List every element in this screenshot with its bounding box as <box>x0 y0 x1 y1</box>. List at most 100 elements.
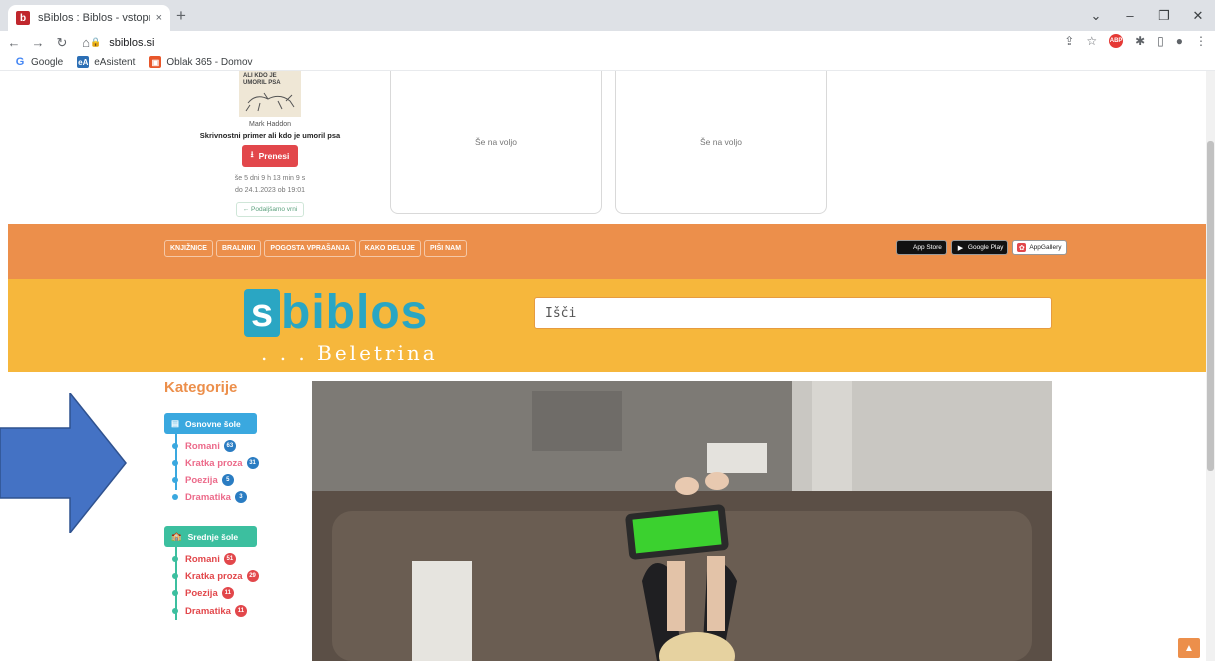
count-badge: 5 <box>221 474 234 486</box>
reload-icon[interactable]: ↻ <box>52 35 72 51</box>
easistent-icon: eA <box>77 56 90 68</box>
apple-icon <box>901 243 910 252</box>
available-slot: Še na voljo <box>390 71 602 214</box>
browser-toolbar: ← → ↻ ⌂ 🔒 sbiblos.si ⇪ ☆ ABP ✱ ▯ ● ⋮ <box>0 31 1215 54</box>
category-label: Poezija <box>185 474 218 486</box>
app-store-badges: App Store ▶ Google Play ✿ AppGallery <box>896 240 1067 255</box>
share-icon[interactable]: ⇪ <box>1064 34 1074 48</box>
category-item[interactable]: Dramatika 11 <box>172 605 247 617</box>
time-remaining: še 5 dni 9 h 13 min 9 s <box>234 175 306 182</box>
category-item[interactable]: Poezija 11 <box>172 587 234 599</box>
return-button[interactable]: ← Podaljšamo vrni <box>235 202 305 217</box>
category-label: Kratka proza <box>185 570 243 582</box>
store-label: Google Play <box>967 244 1004 251</box>
profile-icon[interactable]: ● <box>1176 34 1183 48</box>
category-group-srednje-sole[interactable]: 🏫 Srednje šole <box>164 526 257 547</box>
book-author: Mark Haddon <box>248 121 292 128</box>
browser-tab-strip: b sBiblos : Biblos - vstopna stran × + ⌄… <box>0 0 1215 31</box>
page-scrollbar[interactable] <box>1206 71 1215 661</box>
child-with-tablet-photo <box>312 381 1052 661</box>
sbiblos-logo[interactable]: s biblos <box>244 279 464 339</box>
category-item[interactable]: Poezija 5 <box>172 474 234 486</box>
menu-bralniki[interactable]: BRALNIKI <box>215 240 262 257</box>
download-label: Prenesi <box>258 151 290 161</box>
logo-tagline: . . . Beletrina <box>261 341 438 365</box>
category-item[interactable]: Dramatika 3 <box>172 491 247 503</box>
category-label: Dramatika <box>185 491 231 503</box>
extensions-icon[interactable]: ✱ <box>1135 34 1145 48</box>
download-icon: ⭳ <box>250 149 254 159</box>
bookmark-label: Google <box>31 56 64 68</box>
logo-s-mark: s <box>244 289 280 337</box>
forward-icon[interactable]: → <box>28 35 48 50</box>
footer-menu: KNJIŽNICE BRALNIKI POGOSTA VPRAŠANJA KAK… <box>164 240 468 257</box>
new-tab-button[interactable]: + <box>176 6 186 26</box>
count-badge: 29 <box>246 570 259 582</box>
book-cover[interactable]: ALI KDO JE UMORIL PSA <box>239 71 301 117</box>
search-input[interactable]: Išči <box>534 297 1052 329</box>
store-label: AppGallery <box>1029 244 1062 251</box>
address-bar[interactable]: 🔒 sbiblos.si <box>90 33 154 52</box>
category-item[interactable]: Romani 51 <box>172 553 236 565</box>
google-play-icon: ▶ <box>957 244 964 252</box>
close-tab-icon[interactable]: × <box>156 12 162 24</box>
available-slot: Še na voljo <box>615 71 827 214</box>
download-button[interactable]: ⭳ Prenesi <box>241 145 299 167</box>
count-badge: 3 <box>234 491 247 503</box>
group-label: Srednje šole <box>187 531 239 542</box>
page-viewport: ALI KDO JE UMORIL PSA Mark Haddon Skrivn… <box>0 71 1215 661</box>
scrollbar-thumb[interactable] <box>1207 141 1214 471</box>
category-label: Romani <box>185 553 220 565</box>
scroll-to-top-button[interactable]: ▲ <box>1178 638 1200 658</box>
bookmark-label: eAsistent <box>94 56 136 68</box>
sbiblos-favicon: b <box>16 11 30 25</box>
side-panel-icon[interactable]: ▯ <box>1157 34 1164 48</box>
browser-tab[interactable]: b sBiblos : Biblos - vstopna stran × <box>8 5 170 31</box>
appgallery-badge[interactable]: ✿ AppGallery <box>1012 240 1067 255</box>
category-label: Dramatika <box>185 605 231 617</box>
tab-search-icon[interactable]: ⌄ <box>1079 8 1113 24</box>
count-badge: 63 <box>223 440 236 452</box>
category-label: Kratka proza <box>185 457 243 469</box>
google-play-badge[interactable]: ▶ Google Play <box>950 240 1009 255</box>
bookmark-easistent[interactable]: eA eAsistent <box>77 56 135 68</box>
lock-icon: 🔒 <box>90 37 102 47</box>
site-header: s biblos . . . Beletrina Išči <box>8 279 1206 372</box>
app-store-badge[interactable]: App Store <box>896 240 947 255</box>
huawei-icon: ✿ <box>1017 243 1027 252</box>
window-controls: ⌄ – ❐ ✕ <box>1079 0 1215 31</box>
categories-heading: Kategorije <box>164 379 238 396</box>
category-item[interactable]: Kratka proza 29 <box>172 570 259 582</box>
footer-nav-bar: KNJIŽNICE BRALNIKI POGOSTA VPRAŠANJA KAK… <box>8 224 1206 279</box>
toolbar-actions: ⇪ ☆ ABP ✱ ▯ ● ⋮ <box>1064 34 1207 48</box>
category-item[interactable]: Romani 63 <box>172 440 236 452</box>
bookmark-google[interactable]: G Google <box>14 56 64 68</box>
category-label: Poezija <box>185 587 218 599</box>
store-label: App Store <box>913 244 942 251</box>
restore-button[interactable]: ❐ <box>1147 8 1181 24</box>
back-icon[interactable]: ← <box>4 35 24 50</box>
office-icon: ▣ <box>149 56 162 68</box>
school-icon: 🏫 <box>171 531 182 541</box>
blue-arrow-annotation <box>0 393 127 533</box>
bookmark-oblak365[interactable]: ▣ Oblak 365 - Domov <box>149 56 253 68</box>
category-item[interactable]: Kratka proza 31 <box>172 457 259 469</box>
close-window-button[interactable]: ✕ <box>1181 8 1215 24</box>
loan-timer: še 5 dni 9 h 13 min 9 s do 24.1.2023 ob … <box>190 173 350 197</box>
count-badge: 51 <box>223 553 236 565</box>
url-text: sbiblos.si <box>109 36 155 49</box>
adblock-icon[interactable]: ABP <box>1109 34 1124 48</box>
bookmark-star-icon[interactable]: ☆ <box>1086 34 1097 48</box>
due-date: do 24.1.2023 ob 19:01 <box>234 187 306 194</box>
google-icon: G <box>15 56 25 68</box>
category-group-osnovne-sole[interactable]: ▤ Osnovne šole <box>164 413 257 434</box>
bookmark-label: Oblak 365 - Domov <box>166 56 253 68</box>
minimize-button[interactable]: – <box>1113 8 1147 23</box>
menu-pisi-nam[interactable]: PIŠI NAM <box>423 240 468 257</box>
menu-kako-deluje[interactable]: KAKO DELUJE <box>358 240 421 257</box>
group-label: Osnovne šole <box>185 418 241 429</box>
count-badge: 11 <box>221 587 234 599</box>
menu-icon[interactable]: ⋮ <box>1195 34 1207 48</box>
menu-knjiznice[interactable]: KNJIŽNICE <box>164 240 213 257</box>
menu-pogosta-vprasanja[interactable]: POGOSTA VPRAŠANJA <box>264 240 356 257</box>
